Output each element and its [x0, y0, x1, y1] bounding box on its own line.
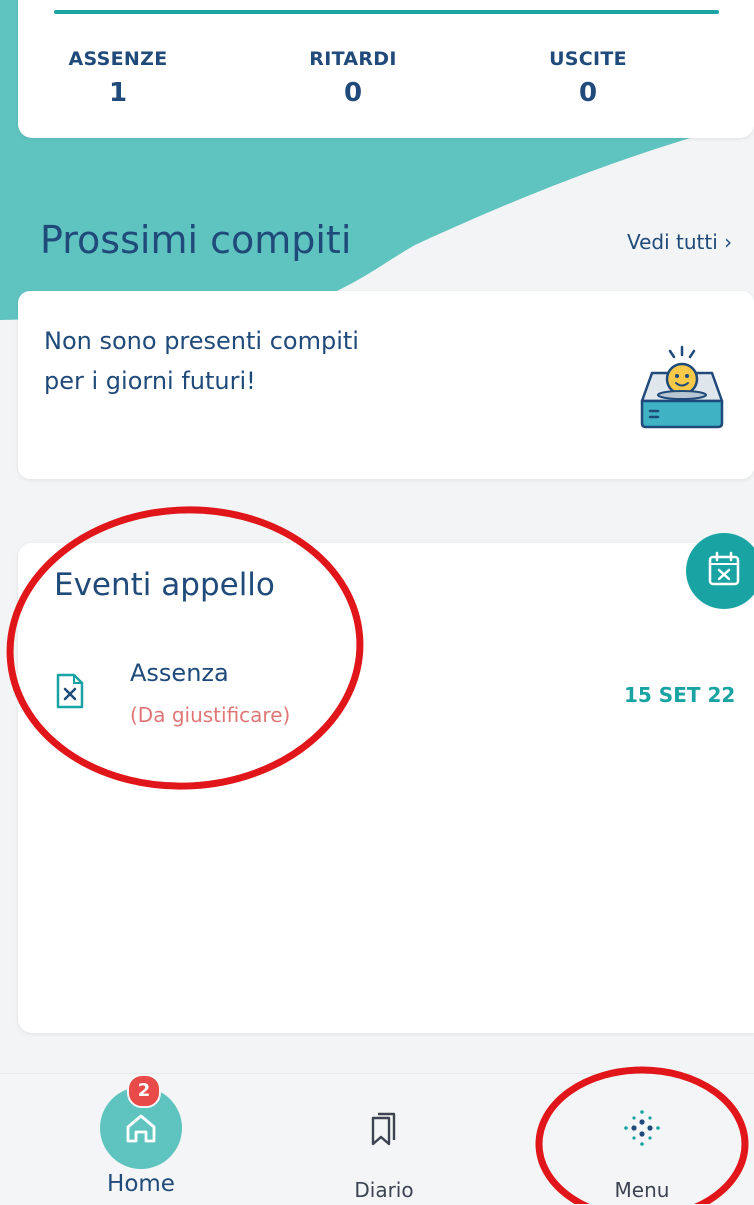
- bookmark-icon: [371, 1112, 396, 1146]
- attendance-summary-card: ASSENZE 1 RITARDI 0 USCITE 0: [18, 0, 754, 138]
- summary-divider: [54, 10, 719, 14]
- nav-menu[interactable]: Menu: [542, 1074, 742, 1205]
- events-title: Eventi appello: [54, 567, 275, 603]
- document-x-icon: [56, 673, 84, 709]
- stat-value: 0: [578, 78, 598, 108]
- stat-label: USCITE: [549, 48, 627, 70]
- nav-label: Diario: [354, 1178, 414, 1202]
- empty-tray-smiley-icon: [640, 345, 724, 429]
- stat-delays: RITARDI 0: [273, 48, 433, 108]
- stat-absences: ASSENZE 1: [38, 48, 198, 108]
- nav-diario[interactable]: Diario: [284, 1074, 484, 1205]
- dots-grid-icon: [624, 1110, 660, 1146]
- stat-value: 1: [108, 78, 128, 108]
- stat-value: 0: [343, 78, 363, 108]
- homework-empty-message: Non sono presenti compiti per i giorni f…: [44, 327, 359, 395]
- attendance-events-card: Eventi appello Assenza (Da giustificare)…: [18, 533, 754, 1033]
- event-date: 15 SET 22: [624, 683, 736, 707]
- event-title: Assenza: [130, 659, 229, 687]
- calendar-x-icon[interactable]: [686, 533, 754, 609]
- nav-home[interactable]: 2 Home: [41, 1074, 241, 1205]
- stat-exits: USCITE 0: [508, 48, 668, 108]
- notification-badge: 2: [127, 1074, 161, 1108]
- stat-label: RITARDI: [309, 48, 397, 70]
- bottom-navigation: 2 Home Diario Menu: [0, 1073, 754, 1205]
- event-status: (Da giustificare): [130, 703, 291, 727]
- nav-label: Home: [107, 1171, 175, 1197]
- see-all-link[interactable]: Vedi tutti ›: [627, 230, 732, 254]
- stat-label: ASSENZE: [68, 48, 168, 70]
- homework-section-title: Prossimi compiti: [40, 218, 352, 262]
- homework-card: Non sono presenti compiti per i giorni f…: [18, 291, 754, 479]
- nav-label: Menu: [614, 1178, 670, 1202]
